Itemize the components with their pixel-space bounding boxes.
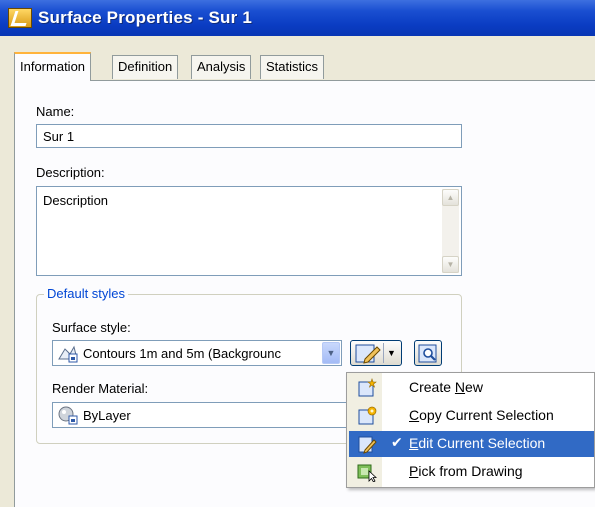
description-label: Description: bbox=[36, 165, 105, 180]
name-field[interactable] bbox=[36, 124, 462, 148]
scroll-down-button[interactable]: ▼ bbox=[442, 256, 459, 273]
scroll-up-button[interactable]: ▲ bbox=[442, 189, 459, 206]
tab-label: Definition bbox=[118, 59, 173, 74]
edit-style-icon bbox=[358, 436, 377, 454]
description-text: Description bbox=[43, 193, 109, 208]
tab-label: Analysis bbox=[197, 59, 246, 74]
copy-style-icon bbox=[358, 406, 377, 425]
pick-from-drawing-icon bbox=[357, 464, 377, 482]
chevron-down-icon[interactable]: ▼ bbox=[322, 342, 340, 364]
window-title: Surface Properties - Sur 1 bbox=[38, 8, 252, 27]
description-field[interactable]: Description ▲ ▼ bbox=[36, 186, 462, 276]
menu-item-label: Pick from Drawing bbox=[409, 463, 523, 479]
menu-item-label: Copy Current Selection bbox=[409, 407, 554, 423]
title-bar[interactable]: Surface Properties - Sur 1 bbox=[0, 0, 595, 36]
tab-definition[interactable]: Definition bbox=[112, 55, 179, 79]
surface-style-value: Contours 1m and 5m (Backgrounc bbox=[83, 345, 281, 361]
menu-item-copy-current-selection[interactable]: Copy Current Selection bbox=[349, 403, 594, 429]
style-details-icon bbox=[418, 344, 437, 363]
menu-item-pick-from-drawing[interactable]: Pick from Drawing bbox=[349, 459, 594, 485]
description-scrollbar[interactable]: ▲ ▼ bbox=[442, 189, 459, 273]
tab-label: Statistics bbox=[266, 59, 319, 74]
checkmark-icon: ✔ bbox=[391, 434, 403, 450]
create-style-icon bbox=[358, 378, 377, 397]
surface-style-icon bbox=[58, 345, 78, 363]
style-edit-split-button[interactable]: ▼ bbox=[350, 340, 402, 366]
name-label: Name: bbox=[36, 104, 75, 119]
edit-style-icon bbox=[355, 344, 381, 364]
surface-style-select[interactable]: Contours 1m and 5m (Backgrounc ▼ bbox=[52, 340, 342, 366]
app-icon[interactable] bbox=[8, 8, 32, 28]
default-styles-title: Default styles bbox=[44, 286, 129, 301]
render-material-select[interactable]: ByLayer bbox=[52, 402, 352, 428]
menu-item-label: Create New bbox=[409, 379, 483, 395]
render-material-icon bbox=[58, 406, 78, 425]
tab-analysis[interactable]: Analysis bbox=[191, 55, 252, 79]
tab-label: Information bbox=[20, 59, 86, 74]
dropdown-arrow-icon[interactable]: ▼ bbox=[383, 343, 399, 363]
surface-style-label: Surface style: bbox=[52, 320, 131, 335]
style-context-menu: Create New Copy Current Selection ✔ Edit… bbox=[346, 372, 595, 488]
render-material-value: ByLayer bbox=[83, 407, 131, 423]
menu-item-edit-current-selection[interactable]: ✔ Edit Current Selection bbox=[349, 431, 594, 457]
tab-statistics[interactable]: Statistics bbox=[260, 55, 325, 79]
style-details-button[interactable] bbox=[414, 340, 442, 366]
menu-item-label: Edit Current Selection bbox=[409, 435, 546, 451]
render-material-label: Render Material: bbox=[52, 381, 149, 396]
tab-information[interactable]: Information bbox=[14, 52, 92, 81]
menu-item-create-new[interactable]: Create New bbox=[349, 375, 594, 401]
